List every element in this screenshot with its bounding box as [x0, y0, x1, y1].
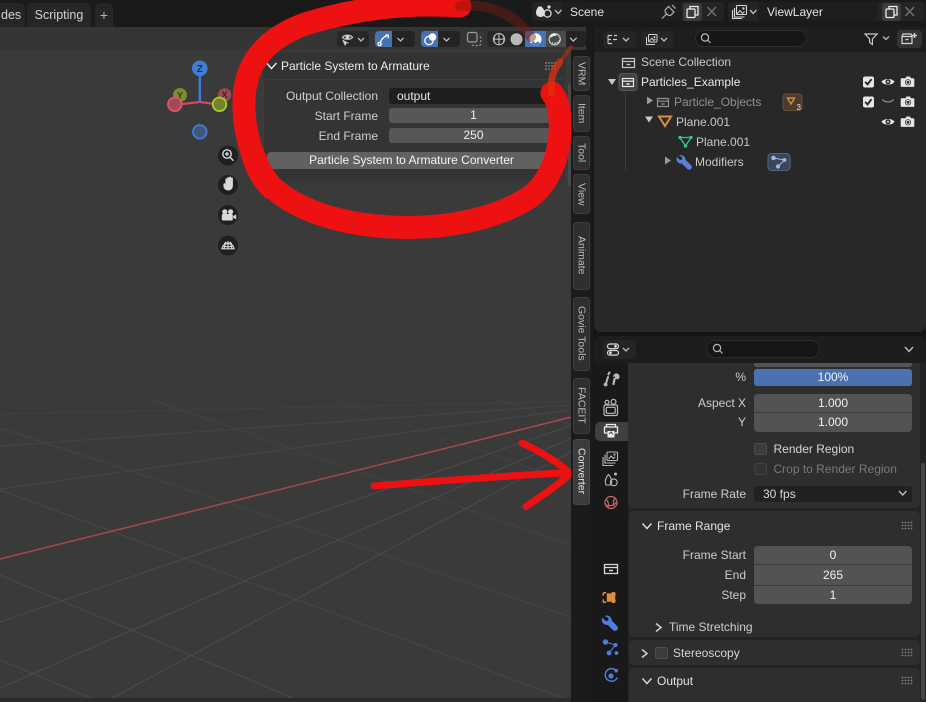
svg-text:3: 3 — [797, 103, 802, 112]
